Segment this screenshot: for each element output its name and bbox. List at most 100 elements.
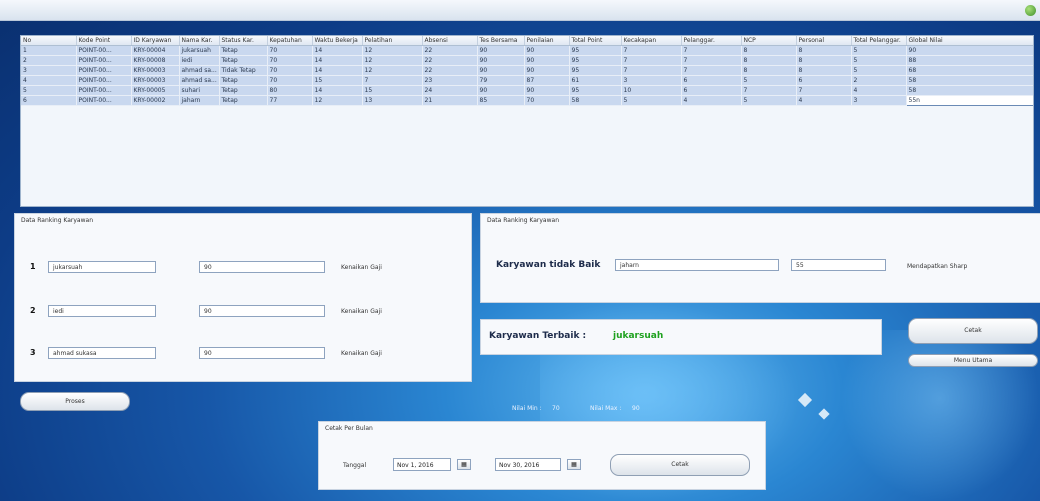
table-cell[interactable]: jukarsuah (179, 45, 220, 56)
table-cell[interactable]: 80 (267, 85, 313, 96)
table-cell[interactable]: 87 (524, 75, 570, 86)
table-cell[interactable]: 95 (569, 65, 622, 76)
date-to-field[interactable]: Nov 30, 2016 (495, 458, 561, 471)
print-period-button[interactable]: Cetak (610, 454, 750, 476)
table-row[interactable]: 2 POINT-00... KRY-00008 iedi Tetap 70 14 12 22 90… (21, 55, 1033, 66)
table-cell[interactable]: KRY-00003 (131, 75, 180, 86)
column-header[interactable]: Tes Bersama (477, 36, 525, 46)
table-cell[interactable]: 95 (569, 45, 622, 56)
table-cell[interactable]: 4 (851, 85, 907, 96)
table-cell[interactable]: Tetap (219, 95, 268, 106)
column-header[interactable]: Pelatihan (362, 36, 423, 46)
table-cell[interactable]: 5 (741, 95, 797, 106)
table-cell[interactable]: 95 (569, 85, 622, 96)
table-cell[interactable]: 5 (621, 95, 682, 106)
table-cell[interactable]: 23 (422, 75, 478, 86)
table-cell[interactable]: 8 (741, 45, 797, 56)
column-header[interactable]: Nama Kar. (179, 36, 220, 46)
table-cell[interactable]: 22 (422, 65, 478, 76)
column-header[interactable]: Absensi (422, 36, 478, 46)
table-cell[interactable]: 58 (906, 85, 1033, 96)
table-cell[interactable]: 95 (569, 55, 622, 66)
column-header[interactable]: Kepatuhan (267, 36, 313, 46)
table-cell[interactable]: KRY-00002 (131, 95, 180, 106)
table-row[interactable]: 6 POINT-00... KRY-00002 jaharn Tetap 77 12 13 21… (21, 95, 1033, 106)
table-cell[interactable]: 68 (906, 65, 1033, 76)
rank-name-field[interactable]: iedi (48, 305, 156, 317)
table-cell[interactable]: 90 (477, 65, 525, 76)
table-cell[interactable]: 14 (312, 85, 363, 96)
column-header[interactable]: NCP (741, 36, 797, 46)
column-header[interactable]: Personal (796, 36, 852, 46)
rank-name-field[interactable]: ahmad sukasa (48, 347, 156, 359)
table-row[interactable]: 5 POINT-00... KRY-00005 suhari Tetap 80 14 15 24… (21, 85, 1033, 96)
table-cell[interactable]: 90 (906, 45, 1033, 56)
table-cell[interactable]: 24 (422, 85, 478, 96)
column-header[interactable]: Status Kar. (219, 36, 268, 46)
bad-employee-name-field[interactable]: jaharn (615, 259, 779, 271)
table-cell[interactable]: 3 (21, 65, 77, 76)
table-cell[interactable]: 58 (569, 95, 622, 106)
table-cell[interactable]: 90 (477, 85, 525, 96)
column-header[interactable]: Waktu Bekerja (312, 36, 363, 46)
table-cell[interactable]: 5 (851, 45, 907, 56)
column-header[interactable]: Penilaian (524, 36, 570, 46)
table-cell[interactable]: 22 (422, 45, 478, 56)
calendar-icon[interactable]: ▦ (567, 459, 581, 470)
table-cell[interactable]: 8 (796, 45, 852, 56)
process-button[interactable]: Proses (20, 392, 130, 411)
column-header[interactable]: ID Karyawan (131, 36, 180, 46)
table-cell[interactable]: 7 (681, 45, 742, 56)
table-cell[interactable]: 70 (267, 75, 313, 86)
table-cell[interactable]: 90 (524, 85, 570, 96)
table-cell[interactable]: 12 (312, 95, 363, 106)
table-cell[interactable]: Tidak Tetap (219, 65, 268, 76)
column-header[interactable]: No (21, 36, 77, 46)
table-cell[interactable]: POINT-00... (76, 85, 132, 96)
table-cell[interactable]: 3 (851, 95, 907, 106)
table-cell[interactable]: KRY-00004 (131, 45, 180, 56)
table-cell[interactable]: POINT-00... (76, 75, 132, 86)
column-header[interactable]: Kode Point (76, 36, 132, 46)
column-header[interactable]: Total Pelanggar. (851, 36, 907, 46)
table-cell[interactable]: jaharn (179, 95, 220, 106)
table-cell[interactable]: 5 (851, 65, 907, 76)
table-cell[interactable]: 7 (681, 55, 742, 66)
table-cell[interactable]: 12 (362, 55, 423, 66)
table-cell[interactable]: 61 (569, 75, 622, 86)
table-cell[interactable]: Tetap (219, 55, 268, 66)
date-from-field[interactable]: Nov 1, 2016 (393, 458, 451, 471)
table-cell[interactable]: KRY-00003 (131, 65, 180, 76)
table-cell[interactable]: 7 (621, 65, 682, 76)
bad-employee-score-field[interactable]: 55 (791, 259, 886, 271)
rank-score-field[interactable]: 90 (199, 261, 325, 273)
table-cell[interactable]: suhari (179, 85, 220, 96)
table-cell[interactable]: 4 (796, 95, 852, 106)
table-cell[interactable]: 4 (681, 95, 742, 106)
table-cell[interactable]: 15 (312, 75, 363, 86)
table-cell[interactable]: 85 (477, 95, 525, 106)
main-menu-button[interactable]: Menu Utama (908, 354, 1038, 367)
column-header[interactable]: Pelanggar. (681, 36, 742, 46)
table-cell[interactable]: 10 (621, 85, 682, 96)
table-cell[interactable]: 70 (267, 45, 313, 56)
table-cell[interactable]: 13 (362, 95, 423, 106)
table-cell[interactable]: 21 (422, 95, 478, 106)
table-row[interactable]: 4 POINT-00... KRY-00003 ahmad sa... Tetap 70 1… (21, 75, 1033, 86)
table-cell[interactable]: 7 (796, 85, 852, 96)
table-cell[interactable]: Tetap (219, 75, 268, 86)
table-cell[interactable]: ahmad sa... (179, 75, 220, 86)
table-cell[interactable]: 6 (681, 75, 742, 86)
table-cell[interactable]: 15 (362, 85, 423, 96)
column-header[interactable]: Kecakapan (621, 36, 682, 46)
table-cell[interactable]: 7 (621, 45, 682, 56)
table-cell[interactable]: 70 (267, 65, 313, 76)
table-cell[interactable]: iedi (179, 55, 220, 66)
table-cell[interactable]: 2 (21, 55, 77, 66)
table-cell[interactable]: 90 (524, 45, 570, 56)
table-cell[interactable]: 6 (796, 75, 852, 86)
table-cell[interactable]: 70 (267, 55, 313, 66)
table-cell[interactable]: ahmad sa... (179, 65, 220, 76)
calendar-icon[interactable]: ▦ (457, 459, 471, 470)
table-row[interactable]: 3 POINT-00... KRY-00003 ahmad sa... Tidak Te… (21, 65, 1033, 76)
